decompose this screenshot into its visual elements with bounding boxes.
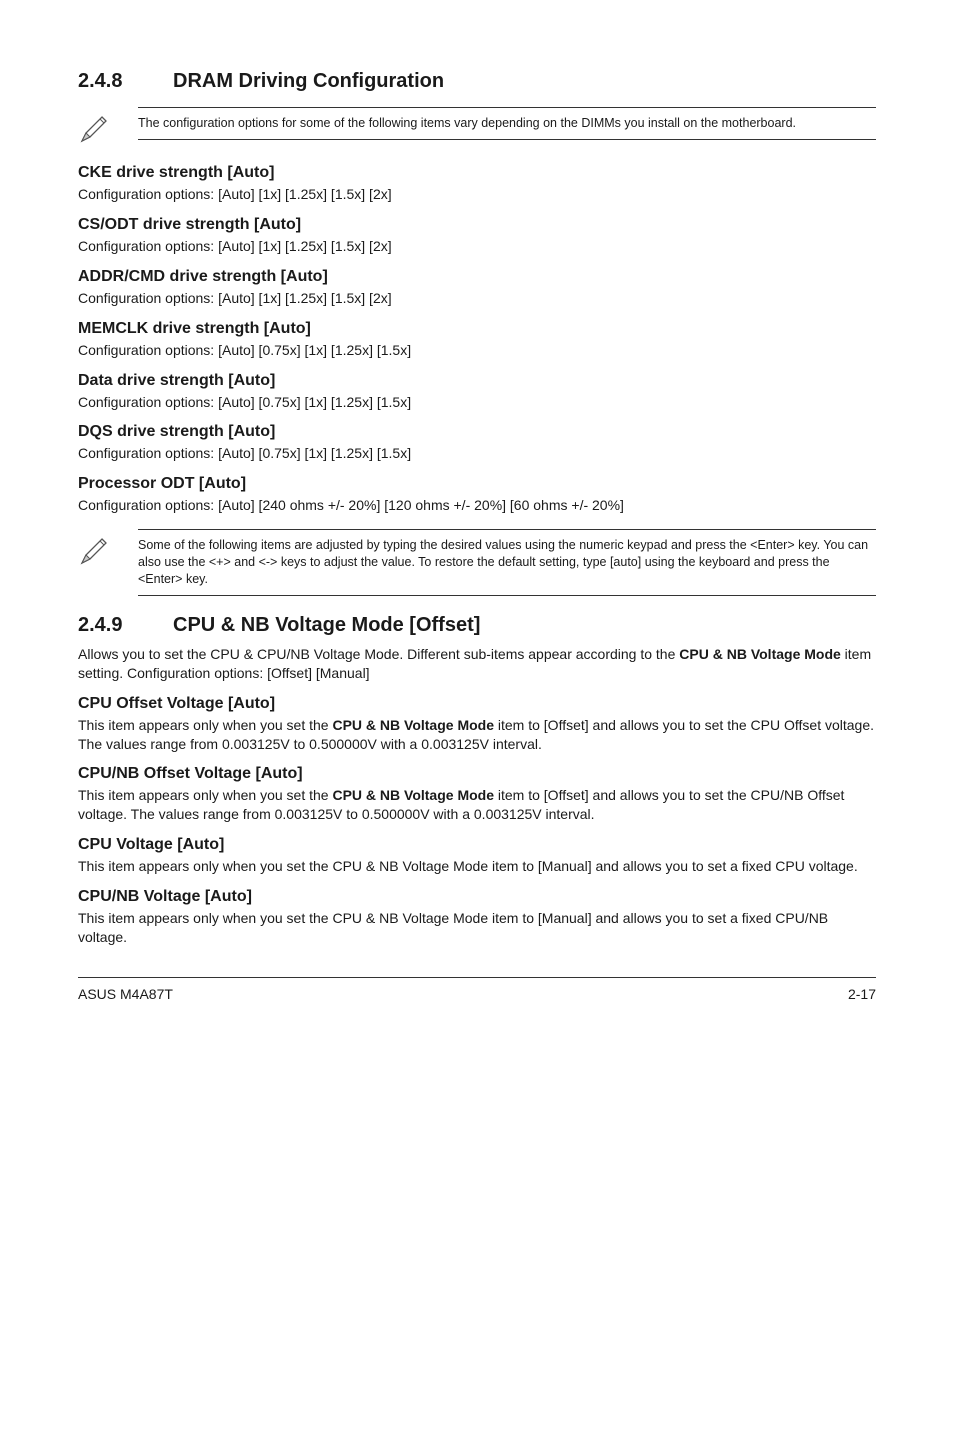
- body-addr: Configuration options: [Auto] [1x] [1.25…: [78, 289, 876, 308]
- body-cpunboff: This item appears only when you set the …: [78, 786, 876, 824]
- footer-left: ASUS M4A87T: [78, 986, 173, 1002]
- body-pre: This item appears only when you set the: [78, 717, 332, 733]
- footer-right: 2-17: [848, 986, 876, 1002]
- body-memclk: Configuration options: [Auto] [0.75x] [1…: [78, 341, 876, 360]
- body-bold: CPU & NB Voltage Mode: [332, 717, 494, 733]
- section-number: 2.4.9: [78, 614, 173, 637]
- body-bold: CPU & NB Voltage Mode: [332, 787, 494, 803]
- heading-data: Data drive strength [Auto]: [78, 372, 876, 390]
- body-podt: Configuration options: [Auto] [240 ohms …: [78, 496, 876, 515]
- note-block-1: The configuration options for some of th…: [78, 107, 876, 150]
- note-block-2: Some of the following items are adjusted…: [78, 529, 876, 596]
- heading-addr: ADDR/CMD drive strength [Auto]: [78, 268, 876, 286]
- section-title: DRAM Driving Configuration: [173, 70, 444, 92]
- note-text: Some of the following items are adjusted…: [138, 529, 876, 596]
- intro-bold: CPU & NB Voltage Mode: [679, 646, 841, 662]
- body-pre: This item appears only when you set the: [78, 787, 332, 803]
- section-title: CPU & NB Voltage Mode [Offset]: [173, 614, 480, 636]
- body-data: Configuration options: [Auto] [0.75x] [1…: [78, 393, 876, 412]
- heading-csodt: CS/ODT drive strength [Auto]: [78, 216, 876, 234]
- note-text: The configuration options for some of th…: [138, 107, 876, 140]
- body-csodt: Configuration options: [Auto] [1x] [1.25…: [78, 237, 876, 256]
- body-cpuoff: This item appears only when you set the …: [78, 716, 876, 754]
- section-heading-249: 2.4.9CPU & NB Voltage Mode [Offset]: [78, 614, 876, 637]
- heading-cpuoff: CPU Offset Voltage [Auto]: [78, 695, 876, 713]
- body-dqs: Configuration options: [Auto] [0.75x] [1…: [78, 444, 876, 463]
- body-cpunbv: This item appears only when you set the …: [78, 909, 876, 947]
- intro-249: Allows you to set the CPU & CPU/NB Volta…: [78, 645, 876, 683]
- heading-memclk: MEMCLK drive strength [Auto]: [78, 320, 876, 338]
- body-cpuv: This item appears only when you set the …: [78, 857, 876, 876]
- intro-pre: Allows you to set the CPU & CPU/NB Volta…: [78, 646, 679, 662]
- pencil-note-icon: [78, 529, 110, 572]
- heading-dqs: DQS drive strength [Auto]: [78, 423, 876, 441]
- pencil-note-icon: [78, 107, 110, 150]
- section-heading-248: 2.4.8DRAM Driving Configuration: [78, 70, 876, 93]
- section-number: 2.4.8: [78, 70, 173, 93]
- heading-cpuv: CPU Voltage [Auto]: [78, 836, 876, 854]
- body-cke: Configuration options: [Auto] [1x] [1.25…: [78, 185, 876, 204]
- document-page: 2.4.8DRAM Driving Configuration The conf…: [0, 0, 954, 1042]
- heading-cpunboff: CPU/NB Offset Voltage [Auto]: [78, 765, 876, 783]
- heading-cpunbv: CPU/NB Voltage [Auto]: [78, 888, 876, 906]
- heading-podt: Processor ODT [Auto]: [78, 475, 876, 493]
- page-footer: ASUS M4A87T 2-17: [78, 977, 876, 1002]
- heading-cke: CKE drive strength [Auto]: [78, 164, 876, 182]
